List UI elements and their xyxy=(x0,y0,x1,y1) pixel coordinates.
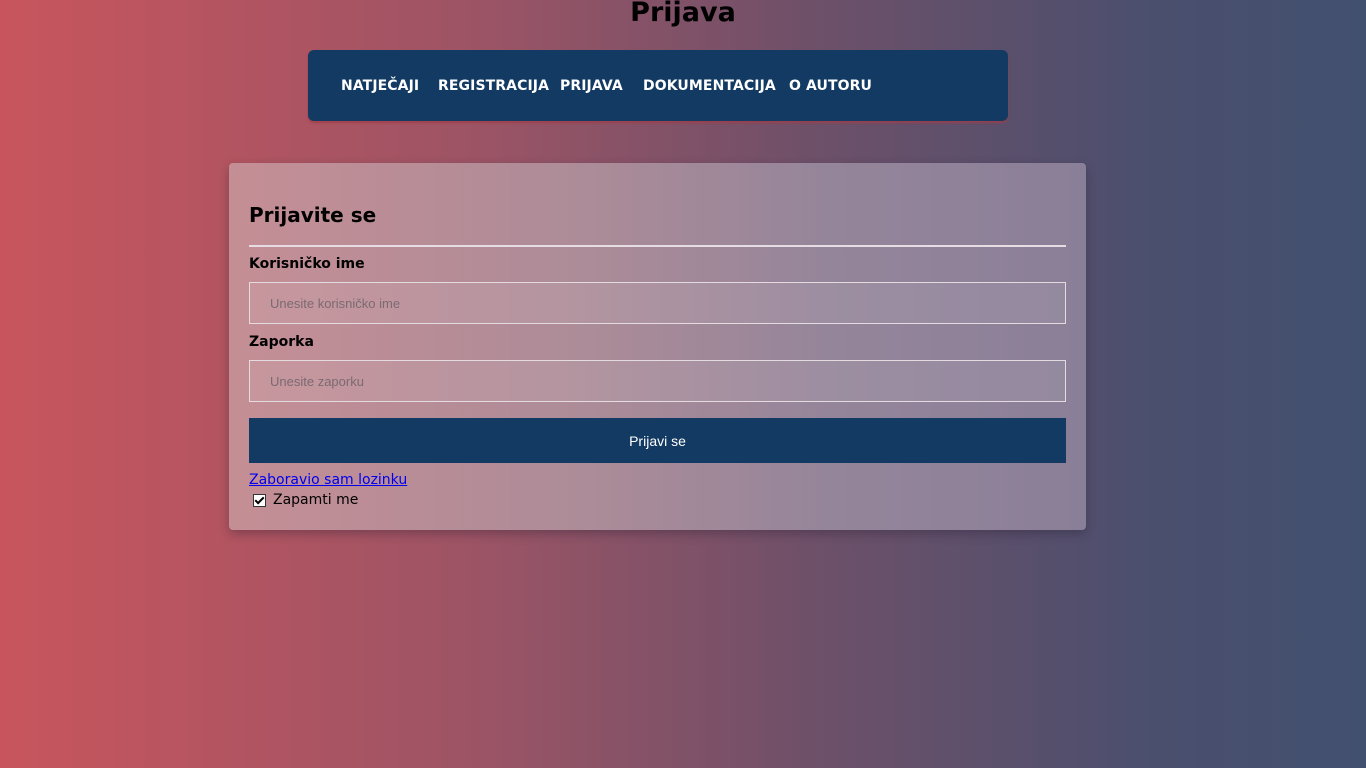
nav-item-registracija[interactable]: REGISTRACIJA xyxy=(438,77,549,95)
login-form: Prijavite se Korisničko ime Zaporka Prij… xyxy=(229,163,1086,530)
form-divider xyxy=(249,245,1066,247)
nav-item-prijava[interactable]: PRIJAVA xyxy=(560,77,623,95)
remember-me-label: Zapamti me xyxy=(273,492,359,508)
password-input[interactable] xyxy=(249,360,1066,402)
check-icon xyxy=(254,494,265,504)
remember-me-row: Zapamti me xyxy=(253,491,358,509)
form-heading: Prijavite se xyxy=(249,203,377,227)
nav-item-natjecaji[interactable]: NATJEČAJI xyxy=(341,77,419,95)
username-input[interactable] xyxy=(249,282,1066,324)
forgot-password-link[interactable]: Zaboravio sam lozinku xyxy=(249,471,407,489)
password-label: Zaporka xyxy=(249,334,314,350)
main-navbar: NATJEČAJI REGISTRACIJA PRIJAVA DOKUMENTA… xyxy=(308,50,1008,121)
username-label: Korisničko ime xyxy=(249,256,365,272)
nav-item-o-autoru[interactable]: O AUTORU xyxy=(789,77,872,95)
remember-me-checkbox[interactable] xyxy=(253,493,266,507)
nav-item-dokumentacija[interactable]: DOKUMENTACIJA xyxy=(643,77,776,95)
page-title: Prijava xyxy=(630,0,736,28)
login-submit-button[interactable]: Prijavi se xyxy=(249,418,1066,463)
